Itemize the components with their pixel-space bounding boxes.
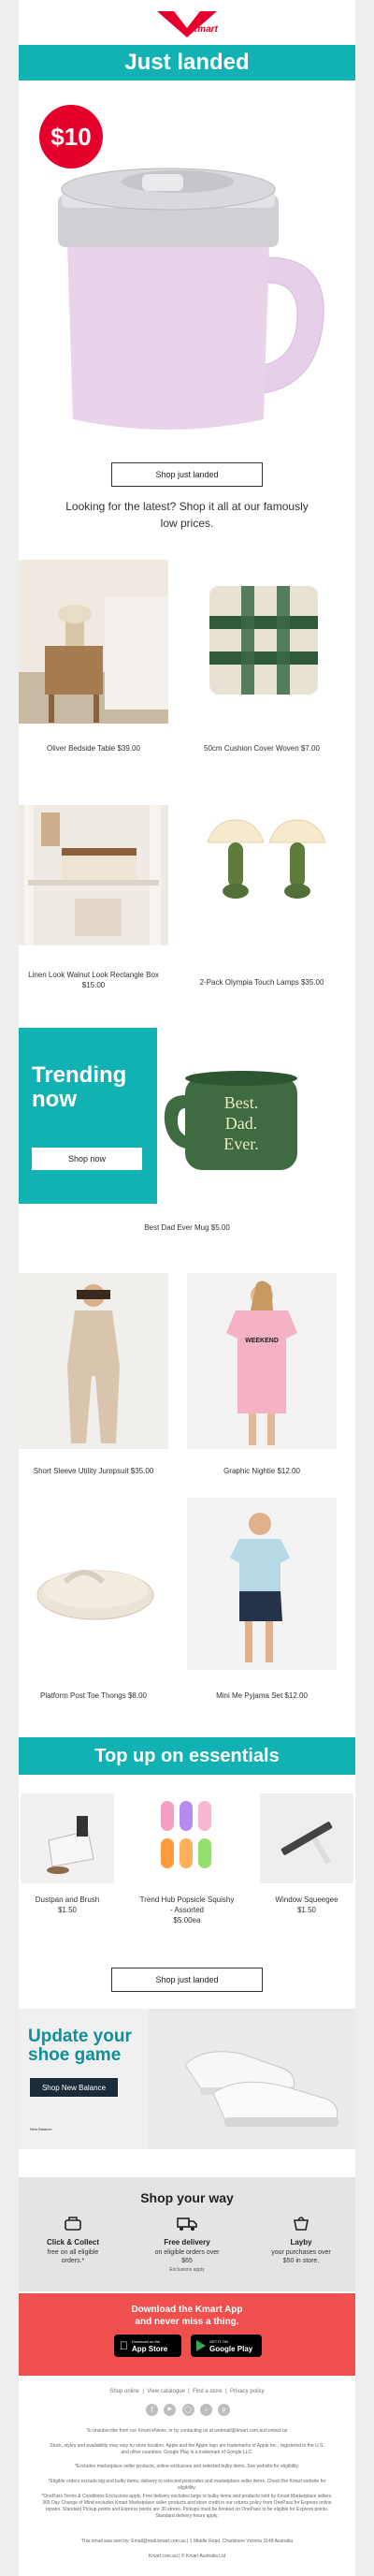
google-play-button[interactable]: GET IT ON Google Play	[191, 2334, 262, 2357]
unsubscribe-text: To unsubscribe from our Kmart eNews, or …	[86, 2428, 288, 2434]
shop-now-button[interactable]: Shop now	[32, 1148, 142, 1170]
essentials-shop-button[interactable]: Shop just landed	[111, 1968, 263, 1992]
layby-option[interactable]: Layby your purchases over $50 in store.	[254, 2215, 348, 2265]
dustpan-image[interactable]	[21, 1793, 114, 1883]
option-note: Exclusions apply	[169, 2267, 205, 2273]
shoe-promo[interactable]: Update your shoe game Shop New Balance N…	[19, 2009, 355, 2149]
dad-mug-image[interactable]: Best. Dad. Ever.	[157, 1028, 355, 1204]
pinterest-icon[interactable]: p	[218, 2404, 230, 2416]
app-store-button[interactable]:  Download on the App Store	[114, 2334, 181, 2357]
footer-link-catalogue[interactable]: View catalogue	[147, 2389, 185, 2394]
product-caption: Platform Post Toe Thongs $8.00	[40, 1691, 147, 1700]
svg-text:Ever.: Ever.	[223, 1134, 259, 1153]
essentials-shop-label: Shop just landed	[155, 1975, 219, 1984]
address-text: This email was sent by: Email@mail.kmart…	[80, 2539, 294, 2544]
footer-link-find-store[interactable]: Find a store	[193, 2389, 223, 2394]
instagram-icon[interactable]: ◯	[181, 2404, 194, 2416]
app-download-section: Download the Kmart App and never miss a …	[19, 2293, 355, 2376]
shop-just-landed-label: Shop just landed	[155, 470, 219, 479]
new-balance-tag: New Balance	[30, 2127, 52, 2131]
option-desc: your purchases over $50 in store.	[271, 2249, 331, 2264]
layby-icon	[294, 2217, 309, 2231]
shop-your-way-section: Shop your way Click & Collect free on al…	[19, 2177, 355, 2291]
trending-title: Trending now	[32, 1062, 127, 1112]
option-desc: free on all eligible orders.*	[47, 2249, 99, 2264]
shop-your-way-title: Shop your way	[140, 2190, 234, 2205]
product-caption: Graphic Nightie $12.00	[223, 1467, 300, 1475]
svg-text:Kmart: Kmart	[191, 24, 219, 35]
utility-jumpsuit-image[interactable]	[19, 1273, 168, 1449]
rectangle-box-image[interactable]	[19, 805, 168, 945]
click-collect-icon	[65, 2217, 81, 2231]
option-title: Free delivery	[164, 2238, 210, 2247]
hero-mug-image[interactable]: $10	[19, 84, 355, 440]
just-landed-title: Just landed	[124, 50, 250, 75]
essential-price: $1.50	[296, 1906, 317, 1914]
option-title: Click & Collect	[46, 2238, 99, 2247]
essential-price: $1.50	[57, 1906, 78, 1914]
apple-icon: 	[120, 2339, 128, 2352]
legal-text: *Excludes marketplace seller products, o…	[74, 2464, 300, 2469]
product-caption: Linen Look Walnut Look Rectangle Box $15…	[28, 971, 159, 989]
bedside-table-image[interactable]	[19, 560, 168, 724]
essential-name: Dustpan and Brush	[35, 1895, 100, 1904]
email-container: Kmart Just landed $10 Shop just landed L…	[19, 0, 355, 2576]
hero-tagline: Looking for the latest? Shop it all at o…	[65, 500, 309, 530]
shop-new-balance-label: Shop New Balance	[41, 2083, 107, 2092]
popsicle-squishy-image[interactable]	[138, 1793, 236, 1883]
footer-link-shop-online[interactable]: Shop online	[109, 2389, 139, 2394]
pyjama-set-image[interactable]	[187, 1498, 337, 1670]
option-title: Layby	[290, 2238, 312, 2247]
option-desc: on eligible orders over $65	[154, 2249, 220, 2264]
essential-price: $5.00ea	[173, 1916, 201, 1925]
footer-links: Shop online | View catalogue | Find a st…	[109, 2389, 265, 2394]
price-badge: $10	[50, 123, 92, 151]
click-collect-option[interactable]: Click & Collect free on all eligible ord…	[26, 2215, 120, 2265]
google-play-label: Google Play	[209, 2345, 253, 2353]
shop-new-balance-button[interactable]: Shop New Balance	[30, 2078, 118, 2097]
essential-name: Window Squeegee	[275, 1895, 338, 1904]
google-play-icon	[196, 2340, 206, 2351]
product-caption: 50cm Cushion Cover Woven $7.00	[204, 744, 320, 753]
footer-link-privacy[interactable]: Privacy policy	[230, 2389, 265, 2394]
app-download-line1: Download the Kmart App	[131, 2305, 243, 2315]
copyright-text: Kmart.com.au | © Kmart Australia Ltd	[148, 2554, 226, 2559]
legal-text: *Eligible orders exclude big and bulky i…	[48, 2479, 326, 2491]
trending-panel: Trending now Shop now	[19, 1028, 157, 1204]
tiktok-icon[interactable]: ♪	[199, 2404, 212, 2416]
youtube-icon[interactable]: ▶	[164, 2404, 177, 2416]
product-caption: Mini Me Pyjama Set $12.00	[216, 1691, 308, 1700]
product-caption: Oliver Bedside Table $39.00	[47, 744, 140, 753]
kmart-logo[interactable]: Kmart	[19, 7, 355, 39]
app-store-label: App Store	[123, 2345, 167, 2353]
window-squeegee-image[interactable]	[260, 1793, 353, 1883]
svg-text:Dad.: Dad.	[225, 1114, 258, 1133]
svg-text:WEEKEND: WEEKEND	[245, 1338, 279, 1344]
cushion-cover-image[interactable]	[187, 560, 337, 724]
facebook-icon[interactable]: f	[146, 2404, 158, 2416]
shop-just-landed-button[interactable]: Shop just landed	[111, 462, 263, 487]
legal-text: *OnePass Terms & Conditions Exclusions a…	[41, 2494, 333, 2519]
essentials-title: Top up on essentials	[94, 1746, 280, 1766]
touch-lamps-image[interactable]	[187, 805, 337, 945]
svg-text:Best.: Best.	[224, 1093, 259, 1112]
shop-now-label: Shop now	[67, 1154, 107, 1164]
product-caption: Best Dad Ever Mug $5.00	[144, 1223, 230, 1232]
product-caption: Short Sleeve Utility Jumpsuit $35.00	[33, 1467, 154, 1475]
essentials-banner: Top up on essentials	[19, 1737, 355, 1775]
essential-name: Trend Hub Popsicle Squishy - Assorted	[139, 1895, 235, 1914]
sneakers-image[interactable]	[148, 2009, 355, 2149]
graphic-nightie-image[interactable]: WEEKEND	[187, 1273, 337, 1449]
legal-text: Stock, styles and availability may vary …	[50, 2443, 324, 2455]
shoe-title: Update your shoe game	[28, 2027, 132, 2065]
free-delivery-option[interactable]: Free delivery on eligible orders over $6…	[140, 2215, 234, 2273]
app-download-line2: and never miss a thing.	[135, 2317, 239, 2327]
product-caption: 2-Pack Olympia Touch Lamps $35.00	[199, 978, 324, 987]
just-landed-banner: Just landed	[19, 45, 355, 80]
social-icons: f ▶ ◯ ♪ p	[146, 2404, 230, 2417]
post-toe-thongs-image[interactable]	[19, 1498, 168, 1670]
delivery-truck-icon	[177, 2217, 197, 2231]
